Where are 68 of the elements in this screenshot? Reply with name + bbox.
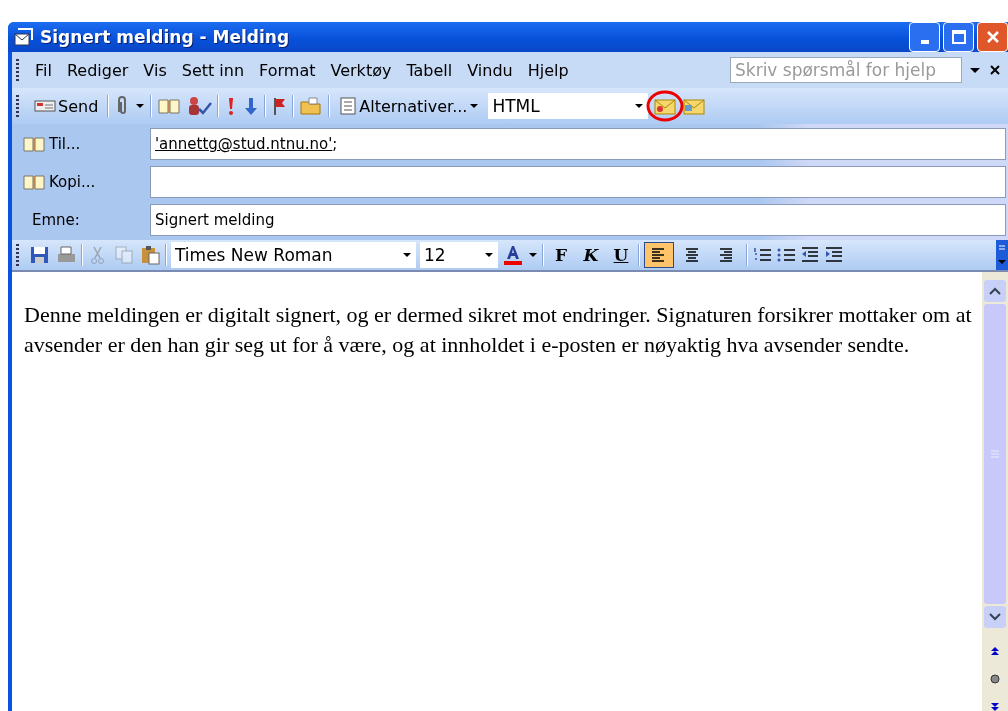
down-arrow-icon[interactable] (243, 96, 260, 116)
format-dropdown[interactable]: HTML (488, 93, 649, 119)
person-check-icon[interactable] (186, 96, 213, 116)
menu-item[interactable]: Sett inn (176, 60, 250, 80)
menu-item[interactable]: Format (254, 60, 321, 80)
scrollbar-thumb[interactable] (984, 304, 1006, 604)
text-style-button[interactable]: F (548, 243, 574, 267)
minimize-icon (920, 40, 929, 44)
input-field[interactable] (150, 166, 1006, 198)
caret-icon (469, 101, 480, 111)
menu-item[interactable]: Rediger (61, 60, 134, 80)
minimize-button[interactable] (909, 22, 940, 52)
text-style-button[interactable]: U (608, 243, 634, 267)
numbered-list-icon[interactable] (752, 246, 772, 264)
chevron-up-icon (989, 287, 1001, 295)
window-title: Signert melding - Melding (40, 27, 290, 47)
font-color-icon[interactable] (502, 244, 524, 266)
align-left-button[interactable] (644, 242, 674, 268)
field-label: Emne: (31, 211, 81, 229)
browse-object-icon[interactable] (990, 674, 1000, 684)
menu-item[interactable]: Tabell (401, 60, 458, 80)
toolbar-overflow-icon[interactable] (996, 240, 1008, 270)
envelope-icon (14, 28, 34, 46)
book-icon (22, 135, 46, 153)
close-icon[interactable] (988, 63, 1002, 77)
font-dropdown[interactable]: Times New Roman (171, 242, 416, 268)
signed-envelope-icon[interactable] (653, 96, 678, 116)
caret-icon[interactable] (528, 250, 538, 260)
maximize-icon (950, 29, 967, 45)
caret-icon (402, 250, 412, 260)
scroll-down-button[interactable] (984, 606, 1006, 628)
caret-icon (484, 250, 494, 260)
document-icon (339, 96, 358, 116)
menu-item[interactable]: Verktøy (325, 60, 397, 80)
send-button[interactable]: Send (30, 94, 103, 118)
close-icon (984, 29, 1001, 45)
input-field[interactable]: 'annettg@stud.ntnu.no'; (150, 128, 1006, 160)
envelope-icon (34, 98, 56, 114)
input-field[interactable]: Signert melding (150, 204, 1006, 236)
printer-icon[interactable] (55, 245, 77, 265)
message-body: Denne meldingen er digitalt signert, og er dermed sikret mot endringer. Signaturen forsikrer mottaker om at avsender er den han gir seg ut for å være, og at innholdet i e-posten er nøyaktig hva avsender sendte. (23, 301, 973, 359)
maximize-button[interactable] (943, 22, 974, 52)
book-icon (22, 173, 46, 191)
scroll-up-button[interactable] (984, 280, 1006, 302)
help-search-field[interactable]: Skriv spørsmål for hjelp (730, 57, 962, 83)
text-style-button[interactable]: K (578, 243, 604, 267)
address-button[interactable]: Til... (22, 135, 142, 153)
caret-icon (634, 101, 645, 111)
caret-icon[interactable] (135, 101, 146, 111)
menu-item[interactable]: Hjelp (522, 60, 574, 80)
bulleted-list-icon[interactable] (776, 246, 796, 264)
menu-item[interactable]: Fil (30, 60, 57, 80)
previous-page-icon[interactable] (990, 646, 1000, 656)
decrease-indent-icon[interactable] (800, 246, 820, 264)
address-button[interactable]: Kopi... (22, 173, 142, 191)
folder-icon[interactable] (299, 96, 324, 116)
close-button[interactable] (977, 22, 1008, 52)
menu-item[interactable]: Vis (138, 60, 172, 80)
menu-item[interactable]: Vindu (462, 60, 518, 80)
increase-indent-icon[interactable] (824, 246, 844, 264)
next-page-icon[interactable] (990, 702, 1000, 711)
flag-icon[interactable] (271, 96, 288, 116)
options-button[interactable]: Alternativer... (335, 94, 484, 118)
book-icon[interactable] (157, 97, 182, 115)
clipboard-icon[interactable] (139, 245, 161, 265)
locked-envelope-icon[interactable] (682, 96, 707, 116)
font-size-dropdown[interactable]: 12 (420, 242, 498, 268)
chevron-down-icon (989, 613, 1001, 621)
